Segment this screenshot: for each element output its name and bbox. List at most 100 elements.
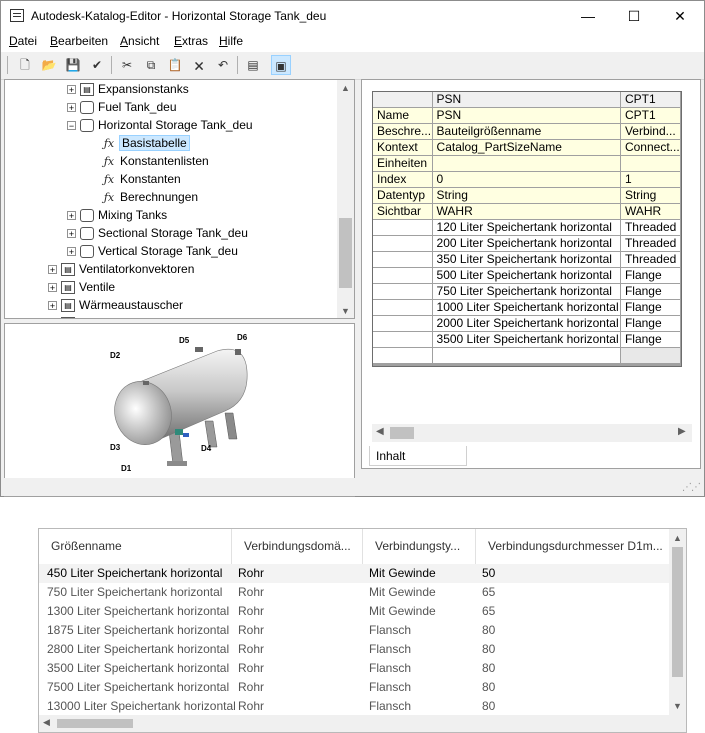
- table-row[interactable]: 13000 Liter Speichertank horizontal Rohr F…: [39, 697, 669, 716]
- scroll-down-arrow-icon[interactable]: ▼: [341, 306, 350, 316]
- grid-row-header[interactable]: [373, 267, 433, 284]
- grid-row-header[interactable]: [373, 251, 433, 268]
- grid-column-header[interactable]: PSN: [432, 92, 621, 108]
- tree-scrollbar[interactable]: ▲ ▼: [337, 80, 354, 318]
- grid-row-header[interactable]: [373, 315, 433, 332]
- grid-cell[interactable]: Flange: [620, 315, 681, 332]
- minimize-button[interactable]: —: [565, 1, 611, 31]
- resize-grip-icon[interactable]: ⋰⋰: [682, 482, 701, 493]
- grid-cell[interactable]: Threaded: [620, 235, 681, 252]
- grid-cell[interactable]: String: [432, 187, 621, 204]
- copy-icon[interactable]: ⧉: [141, 55, 161, 75]
- table-row[interactable]: 2800 Liter Speichertank horizontal Rohr Fl…: [39, 640, 669, 659]
- grid-row-header[interactable]: [373, 347, 433, 364]
- grid-corner-cell[interactable]: [373, 92, 433, 108]
- scroll-left-arrow-icon[interactable]: ◀: [376, 426, 384, 437]
- close-button[interactable]: ✕: [657, 1, 703, 31]
- properties-icon[interactable]: ▤: [243, 55, 263, 75]
- grid-row-header[interactable]: [373, 331, 433, 348]
- grid-cell[interactable]: Bauteilgrößenname: [432, 123, 621, 140]
- grid-cell[interactable]: PSN: [432, 107, 621, 124]
- expand-icon[interactable]: +: [67, 211, 76, 221]
- tree-item[interactable]: + ▤ Ventilatorkonvektoren: [48, 260, 194, 278]
- scroll-left-arrow-icon[interactable]: ◀: [43, 717, 50, 728]
- grid-cell[interactable]: Flange: [620, 299, 681, 316]
- tree-item[interactable]: + Vertical Storage Tank_deu: [67, 242, 238, 260]
- size-table-horizontal-scrollbar[interactable]: ◀: [39, 715, 669, 732]
- expand-icon[interactable]: +: [48, 265, 57, 275]
- grid-cell[interactable]: 120 Liter Speichertank horizontal: [432, 219, 621, 236]
- tree-item[interactable]: + ▤ Expansionstanks: [67, 80, 189, 98]
- tree-item[interactable]: + ▤ Ventile: [48, 278, 115, 296]
- grid-horizontal-scrollbar[interactable]: ◀ ▶: [372, 424, 692, 442]
- expand-icon[interactable]: +: [67, 229, 76, 239]
- grid-cell[interactable]: [620, 347, 681, 364]
- tree-item[interactable]: ƒx Basistabelle: [89, 134, 190, 152]
- grid-row-header[interactable]: [373, 219, 433, 236]
- scroll-right-arrow-icon[interactable]: ▶: [678, 426, 686, 437]
- grid-row-label[interactable]: Einheiten: [373, 155, 433, 172]
- grid-cell[interactable]: Threaded: [620, 219, 681, 236]
- table-row[interactable]: 7500 Liter Speichertank horizontal Rohr Fl…: [39, 678, 669, 697]
- grid-cell[interactable]: Flange: [620, 331, 681, 348]
- grid-cell[interactable]: 500 Liter Speichertank horizontal: [432, 267, 621, 284]
- grid-cell[interactable]: 2000 Liter Speichertank horizontal: [432, 315, 621, 332]
- grid-row-header[interactable]: [373, 235, 433, 252]
- grid-row-label[interactable]: Sichtbar: [373, 203, 433, 220]
- tree-item[interactable]: − Horizontal Storage Tank_deu: [67, 116, 253, 134]
- table-row[interactable]: 450 Liter Speichertank horizontal Rohr Mit…: [39, 564, 669, 583]
- grid-cell[interactable]: 3500 Liter Speichertank horizontal: [432, 331, 621, 348]
- grid-row-header[interactable]: [373, 299, 433, 316]
- grid-scroll-thumb[interactable]: [390, 427, 414, 439]
- expand-icon[interactable]: +: [48, 283, 57, 293]
- menu-hilfe[interactable]: Hilfe: [219, 34, 243, 48]
- grid-row-label[interactable]: Datentyp: [373, 187, 433, 204]
- tree-item[interactable]: + Mixing Tanks: [67, 206, 167, 224]
- scroll-up-arrow-icon[interactable]: ▲: [341, 83, 350, 93]
- grid-row-label[interactable]: Name: [373, 107, 433, 124]
- grid-row-label[interactable]: Kontext: [373, 139, 433, 156]
- grid-cell[interactable]: [432, 155, 621, 172]
- grid-cell[interactable]: WAHR: [432, 203, 621, 220]
- column-header-verbindungsdurchmesser[interactable]: Verbindungsdurchmesser D1m...: [476, 529, 669, 564]
- tree-item[interactable]: + Fuel Tank_deu: [67, 98, 177, 116]
- grid-cell[interactable]: CPT1: [620, 107, 681, 124]
- menu-datei[interactable]: Datei: [9, 34, 37, 48]
- grid-cell[interactable]: [620, 155, 681, 172]
- cut-icon[interactable]: ✂: [117, 55, 137, 75]
- grid-cell[interactable]: 1000 Liter Speichertank horizontal: [432, 299, 621, 316]
- table-row[interactable]: 1300 Liter Speichertank horizontal Rohr Mi…: [39, 602, 669, 621]
- verify-icon[interactable]: ✔: [87, 55, 107, 75]
- table-row[interactable]: 1875 Liter Speichertank horizontal Rohr Fl…: [39, 621, 669, 640]
- tree-item[interactable]: ƒx Konstanten: [89, 170, 181, 188]
- grid-cell[interactable]: 0: [432, 171, 621, 188]
- expand-icon[interactable]: +: [48, 301, 57, 311]
- grid-cell[interactable]: Flange: [620, 267, 681, 284]
- expand-icon[interactable]: +: [67, 103, 76, 113]
- column-header-groessenname[interactable]: Größenname: [39, 529, 232, 564]
- column-header-verbindungsdomaene[interactable]: Verbindungsdomä...: [232, 529, 363, 564]
- menu-bearbeiten[interactable]: Bearbeiten: [50, 34, 108, 48]
- toggle-preview-icon[interactable]: ▣: [271, 55, 291, 75]
- table-row[interactable]: 3500 Liter Speichertank horizontal Rohr Fl…: [39, 659, 669, 678]
- maximize-button[interactable]: ☐: [611, 1, 657, 31]
- tab-inhalt[interactable]: Inhalt: [369, 446, 467, 466]
- scroll-down-arrow-icon[interactable]: ▼: [673, 701, 682, 711]
- size-table-scroll-thumb[interactable]: [672, 547, 683, 677]
- grid-cell[interactable]: WAHR: [620, 203, 681, 220]
- grid-row-header[interactable]: [373, 283, 433, 300]
- new-file-icon[interactable]: 🗋: [15, 55, 35, 75]
- tree-scroll-thumb[interactable]: [339, 218, 352, 288]
- collapse-icon[interactable]: −: [67, 121, 76, 131]
- open-folder-icon[interactable]: 📂: [39, 55, 59, 75]
- grid-column-header[interactable]: CPT1: [620, 92, 681, 108]
- expand-icon[interactable]: +: [67, 85, 76, 95]
- grid-cell[interactable]: 1: [620, 171, 681, 188]
- tree-item[interactable]: + Sectional Storage Tank_deu: [67, 224, 248, 242]
- paste-icon[interactable]: 📋: [165, 55, 185, 75]
- tree-item[interactable]: ƒx Berechnungen: [89, 188, 198, 206]
- grid-cell[interactable]: 750 Liter Speichertank horizontal: [432, 283, 621, 300]
- menu-ansicht[interactable]: Ansicht: [120, 34, 159, 48]
- table-row[interactable]: 750 Liter Speichertank horizontal Rohr Mit…: [39, 583, 669, 602]
- grid-row-label[interactable]: Beschre...: [373, 123, 433, 140]
